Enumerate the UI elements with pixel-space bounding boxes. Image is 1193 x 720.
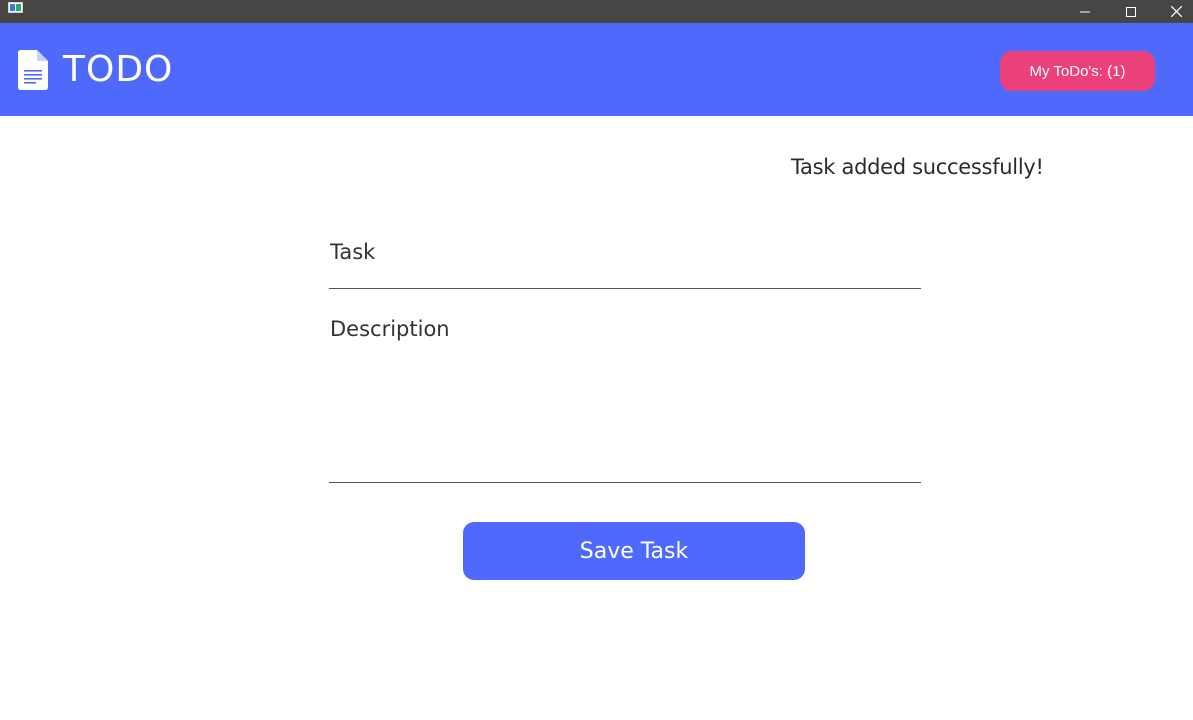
- window-titlebar: [0, 0, 1193, 23]
- description-input[interactable]: [330, 317, 920, 477]
- task-field: [329, 232, 921, 289]
- app-header: TODO My ToDo's: (1): [0, 23, 1193, 116]
- description-field: [329, 311, 921, 483]
- document-icon: [18, 50, 48, 90]
- minimize-button[interactable]: [1062, 0, 1108, 23]
- maximize-button[interactable]: [1108, 0, 1154, 23]
- app-title: TODO: [63, 49, 174, 90]
- maximize-icon: [1126, 6, 1136, 17]
- app-icon: [8, 2, 23, 13]
- status-message: Task added successfully!: [791, 155, 1044, 179]
- minimize-icon: [1080, 11, 1090, 12]
- my-todos-button[interactable]: My ToDo's: (1): [1000, 51, 1155, 91]
- close-icon: [1170, 6, 1182, 17]
- task-input[interactable]: [330, 232, 920, 272]
- save-task-button[interactable]: Save Task: [463, 522, 805, 580]
- close-button[interactable]: [1153, 0, 1193, 23]
